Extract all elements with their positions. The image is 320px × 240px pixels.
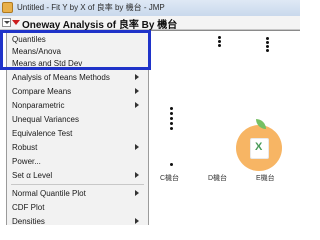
red-triangle-menu-icon[interactable] [12, 20, 20, 25]
data-point [170, 127, 173, 130]
menu-item-label: Compare Means [12, 87, 72, 96]
menu-item-equivalence-test[interactable]: Equivalence Test [7, 126, 148, 141]
menu-item-compare-means[interactable]: Compare Means [7, 84, 148, 99]
data-point [266, 37, 269, 40]
data-point [218, 40, 221, 43]
menu-item-robust[interactable]: Robust [7, 140, 148, 155]
submenu-arrow-icon [135, 144, 139, 150]
window-title: Untitled - Fit Y by X of 良率 by 機台 - JMP [17, 3, 165, 12]
data-point [218, 44, 221, 47]
menu-item-power[interactable]: Power... [7, 154, 148, 169]
menu-item-normal-quantile-plot[interactable]: Normal Quantile Plot [7, 186, 148, 201]
spreadsheet-icon: X [250, 138, 269, 159]
menu-item-densities[interactable]: Densities [7, 214, 148, 229]
report-header: Oneway Analysis of 良率 By 機台 [0, 16, 300, 31]
submenu-arrow-icon [135, 88, 139, 94]
submenu-arrow-icon [135, 172, 139, 178]
menu-item-label: Power... [12, 157, 41, 166]
data-point [170, 163, 173, 166]
menu-item-label: Equivalence Test [12, 129, 73, 138]
data-point [266, 45, 269, 48]
data-point [170, 117, 173, 120]
excel-watermark-logo: X [236, 119, 282, 171]
jmp-app-icon [2, 2, 13, 13]
data-point [266, 49, 269, 52]
highlight-annotation-box [0, 30, 151, 70]
x-axis-label-d: D機台 [208, 175, 228, 182]
submenu-arrow-icon [135, 102, 139, 108]
menu-item-set-alpha-level[interactable]: Set α Level [7, 168, 148, 183]
submenu-arrow-icon [135, 218, 139, 224]
data-point [266, 41, 269, 44]
menu-item-label: Unequal Variances [12, 115, 80, 124]
menu-item-label: Analysis of Means Methods [12, 73, 110, 82]
disclosure-toggle-icon[interactable] [2, 18, 11, 27]
menu-item-label: CDF Plot [12, 203, 45, 212]
watermark-glyph: X [255, 141, 263, 153]
data-point [170, 107, 173, 110]
x-axis-label-c: C機台 [160, 175, 180, 182]
menu-item-analysis-of-means-methods[interactable]: Analysis of Means Methods [7, 70, 148, 85]
submenu-arrow-icon [135, 74, 139, 80]
menu-item-nonparametric[interactable]: Nonparametric [7, 98, 148, 113]
menu-separator [11, 184, 144, 185]
menu-item-label: Robust [12, 143, 38, 152]
menu-item-label: Normal Quantile Plot [12, 189, 86, 198]
x-axis-label-e: E機台 [256, 175, 275, 182]
window-titlebar: Untitled - Fit Y by X of 良率 by 機台 - JMP [0, 0, 300, 17]
data-point [170, 112, 173, 115]
data-point [218, 36, 221, 39]
menu-item-label: Densities [12, 217, 45, 226]
data-point [170, 122, 173, 125]
menu-item-label: Set α Level [12, 171, 53, 180]
menu-item-unequal-variances[interactable]: Unequal Variances [7, 112, 148, 127]
submenu-arrow-icon [135, 190, 139, 196]
report-title: Oneway Analysis of 良率 By 機台 [22, 20, 178, 31]
menu-item-cdf-plot[interactable]: CDF Plot [7, 200, 148, 215]
menu-item-label: Nonparametric [12, 101, 65, 110]
